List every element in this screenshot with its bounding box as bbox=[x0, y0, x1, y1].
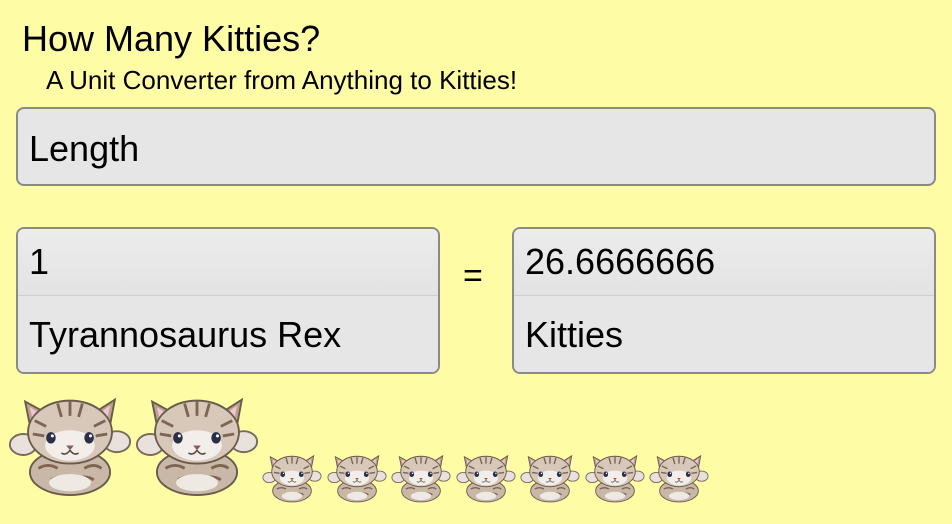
kitty-icon bbox=[262, 452, 322, 503]
kitty-visualization bbox=[0, 390, 952, 524]
kitty-icon bbox=[456, 452, 516, 503]
kitty-icon bbox=[585, 452, 645, 503]
kitty-icon bbox=[391, 452, 451, 503]
to-unit-select[interactable]: Kitties bbox=[514, 296, 934, 372]
kitty-icon bbox=[327, 452, 387, 503]
category-select-value: Length bbox=[29, 128, 140, 169]
from-value-input[interactable]: 1 bbox=[18, 229, 438, 296]
from-panel: 1 Tyrannosaurus Rex bbox=[16, 227, 440, 374]
to-panel: 26.6666666 Kitties bbox=[512, 227, 936, 374]
kitty-icon bbox=[8, 392, 132, 497]
page-title: How Many Kitties? bbox=[22, 18, 321, 59]
from-unit-select[interactable]: Tyrannosaurus Rex bbox=[18, 296, 438, 372]
kitty-icon bbox=[135, 392, 259, 497]
kitty-icon bbox=[649, 452, 709, 503]
to-value-text: 26.6666666 bbox=[525, 241, 716, 282]
from-value-text: 1 bbox=[29, 241, 50, 282]
page-subtitle: A Unit Converter from Anything to Kittie… bbox=[46, 65, 518, 95]
kitty-icon bbox=[520, 452, 580, 503]
from-unit-text: Tyrannosaurus Rex bbox=[29, 314, 342, 355]
category-select[interactable]: Length bbox=[16, 107, 936, 186]
to-unit-text: Kitties bbox=[525, 314, 624, 355]
equals-sign: = bbox=[463, 257, 483, 295]
app-page: How Many Kitties? A Unit Converter from … bbox=[0, 0, 952, 524]
to-value-input[interactable]: 26.6666666 bbox=[514, 229, 934, 296]
